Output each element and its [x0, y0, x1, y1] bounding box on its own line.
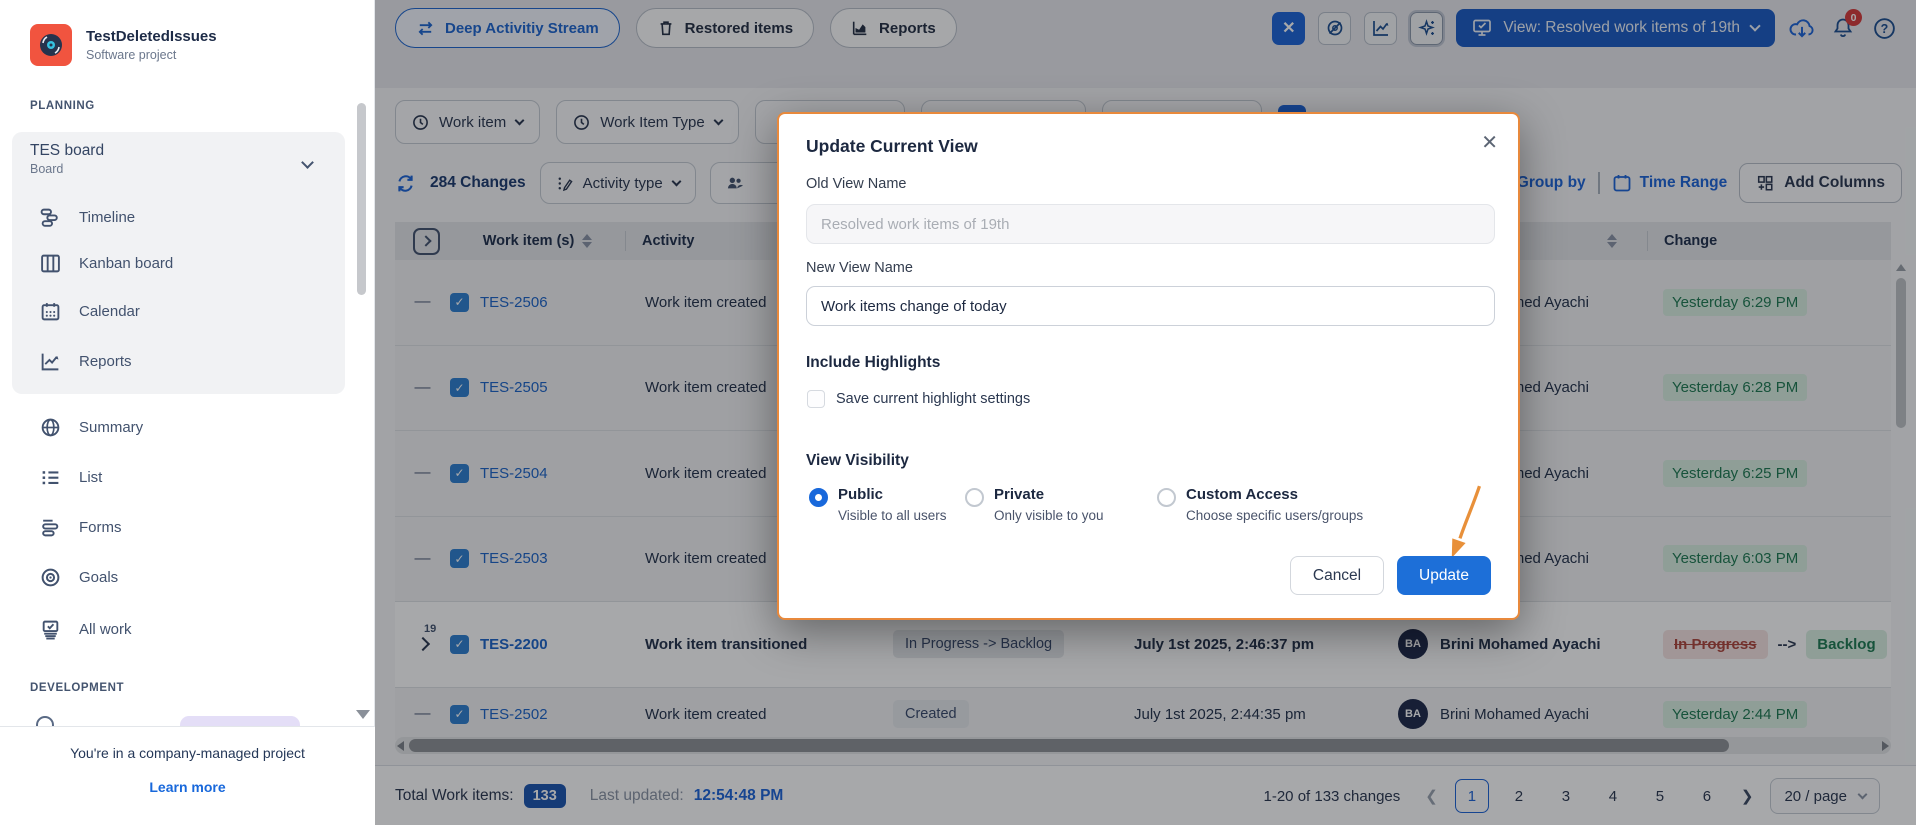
- project-name: TestDeletedIssues: [86, 28, 217, 45]
- sidebar-item-forms[interactable]: Forms: [12, 504, 345, 550]
- radio-description: Visible to all users: [838, 508, 947, 523]
- target-icon: [40, 567, 61, 588]
- code-icon: [36, 716, 54, 726]
- sidebar-item-reports[interactable]: Reports: [12, 338, 345, 384]
- new-view-name-input[interactable]: [806, 286, 1495, 326]
- sidebar-item-label: Goals: [79, 569, 118, 586]
- globe-icon: [40, 417, 61, 438]
- include-highlights-heading: Include Highlights: [806, 354, 940, 372]
- sidebar-item-goals[interactable]: Goals: [12, 554, 345, 600]
- sidebar-item-label: Reports: [79, 353, 132, 370]
- annotation-arrow-icon: [1435, 482, 1487, 564]
- project-avatar: [30, 24, 72, 66]
- learn-more-link[interactable]: Learn more: [0, 779, 375, 795]
- list-icon: [40, 467, 61, 488]
- save-highlight-checkbox[interactable]: [807, 390, 825, 408]
- update-view-modal: Update Current View ✕ Old View Name New …: [777, 112, 1520, 620]
- board-subtitle: Board: [30, 162, 330, 176]
- sidebar: TestDeletedIssues Software project PLANN…: [0, 0, 375, 825]
- sidebar-item-label: All work: [79, 621, 132, 638]
- sidebar-item-label: Calendar: [79, 303, 140, 320]
- sidebar-item-label: Forms: [79, 519, 122, 536]
- view-visibility-heading: View Visibility: [806, 452, 909, 470]
- kanban-icon: [40, 253, 61, 274]
- all-work-icon: [40, 619, 61, 640]
- sidebar-item-summary[interactable]: Summary: [12, 404, 345, 450]
- forms-icon: [40, 517, 61, 538]
- close-icon[interactable]: ✕: [1481, 130, 1498, 155]
- sidebar-scroll-down-icon[interactable]: [356, 710, 370, 719]
- visibility-option-public[interactable]: Public Visible to all users: [809, 486, 947, 523]
- visibility-option-custom-access[interactable]: Custom Access Choose specific users/grou…: [1157, 486, 1363, 523]
- sidebar-item-partial[interactable]: [0, 712, 356, 726]
- sidebar-footer: You're in a company-managed project Lear…: [0, 726, 375, 825]
- sidebar-item-kanban-board[interactable]: Kanban board: [12, 240, 345, 286]
- board-selector[interactable]: TES board Board: [30, 142, 330, 176]
- reports-icon: [40, 351, 61, 372]
- project-header[interactable]: TestDeletedIssues Software project: [30, 24, 217, 66]
- sidebar-item-label: Timeline: [79, 209, 135, 226]
- radio-description: Choose specific users/groups: [1186, 508, 1363, 523]
- radio-label: Custom Access: [1186, 486, 1363, 503]
- new-view-name-label: New View Name: [806, 260, 913, 276]
- sidebar-item-label: Kanban board: [79, 255, 173, 272]
- old-view-name-input[interactable]: [806, 204, 1495, 244]
- visibility-option-private[interactable]: Private Only visible to you: [965, 486, 1104, 523]
- sidebar-scrollbar[interactable]: [357, 103, 366, 295]
- development-section-label: DEVELOPMENT: [30, 682, 124, 694]
- radio-description: Only visible to you: [994, 508, 1104, 523]
- board-title: TES board: [30, 142, 330, 160]
- planning-section-label: PLANNING: [30, 100, 95, 112]
- radio-icon[interactable]: [1157, 488, 1176, 507]
- radio-icon[interactable]: [965, 488, 984, 507]
- radio-label: Public: [838, 486, 947, 503]
- save-highlight-label: Save current highlight settings: [836, 391, 1030, 407]
- sidebar-item-label: List: [79, 469, 102, 486]
- update-button[interactable]: Update: [1397, 556, 1491, 595]
- radio-icon[interactable]: [809, 488, 828, 507]
- radio-label: Private: [994, 486, 1104, 503]
- sidebar-item-label: Summary: [79, 419, 143, 436]
- managed-project-message: You're in a company-managed project: [0, 745, 375, 761]
- vinyl-icon: [38, 32, 64, 58]
- sidebar-item-all-work[interactable]: All work: [12, 606, 345, 652]
- project-type: Software project: [86, 48, 217, 62]
- old-view-name-label: Old View Name: [806, 176, 906, 192]
- modal-title: Update Current View: [806, 136, 978, 157]
- sidebar-item-list[interactable]: List: [12, 454, 345, 500]
- calendar-icon: [40, 301, 61, 322]
- sidebar-item-calendar[interactable]: Calendar: [12, 288, 345, 334]
- timeline-icon: [40, 207, 61, 228]
- badge: [180, 716, 300, 726]
- cancel-button[interactable]: Cancel: [1290, 556, 1384, 595]
- board-nav-group: TES board Board Timeline Kanban board: [12, 132, 345, 394]
- sidebar-item-timeline[interactable]: Timeline: [12, 194, 345, 240]
